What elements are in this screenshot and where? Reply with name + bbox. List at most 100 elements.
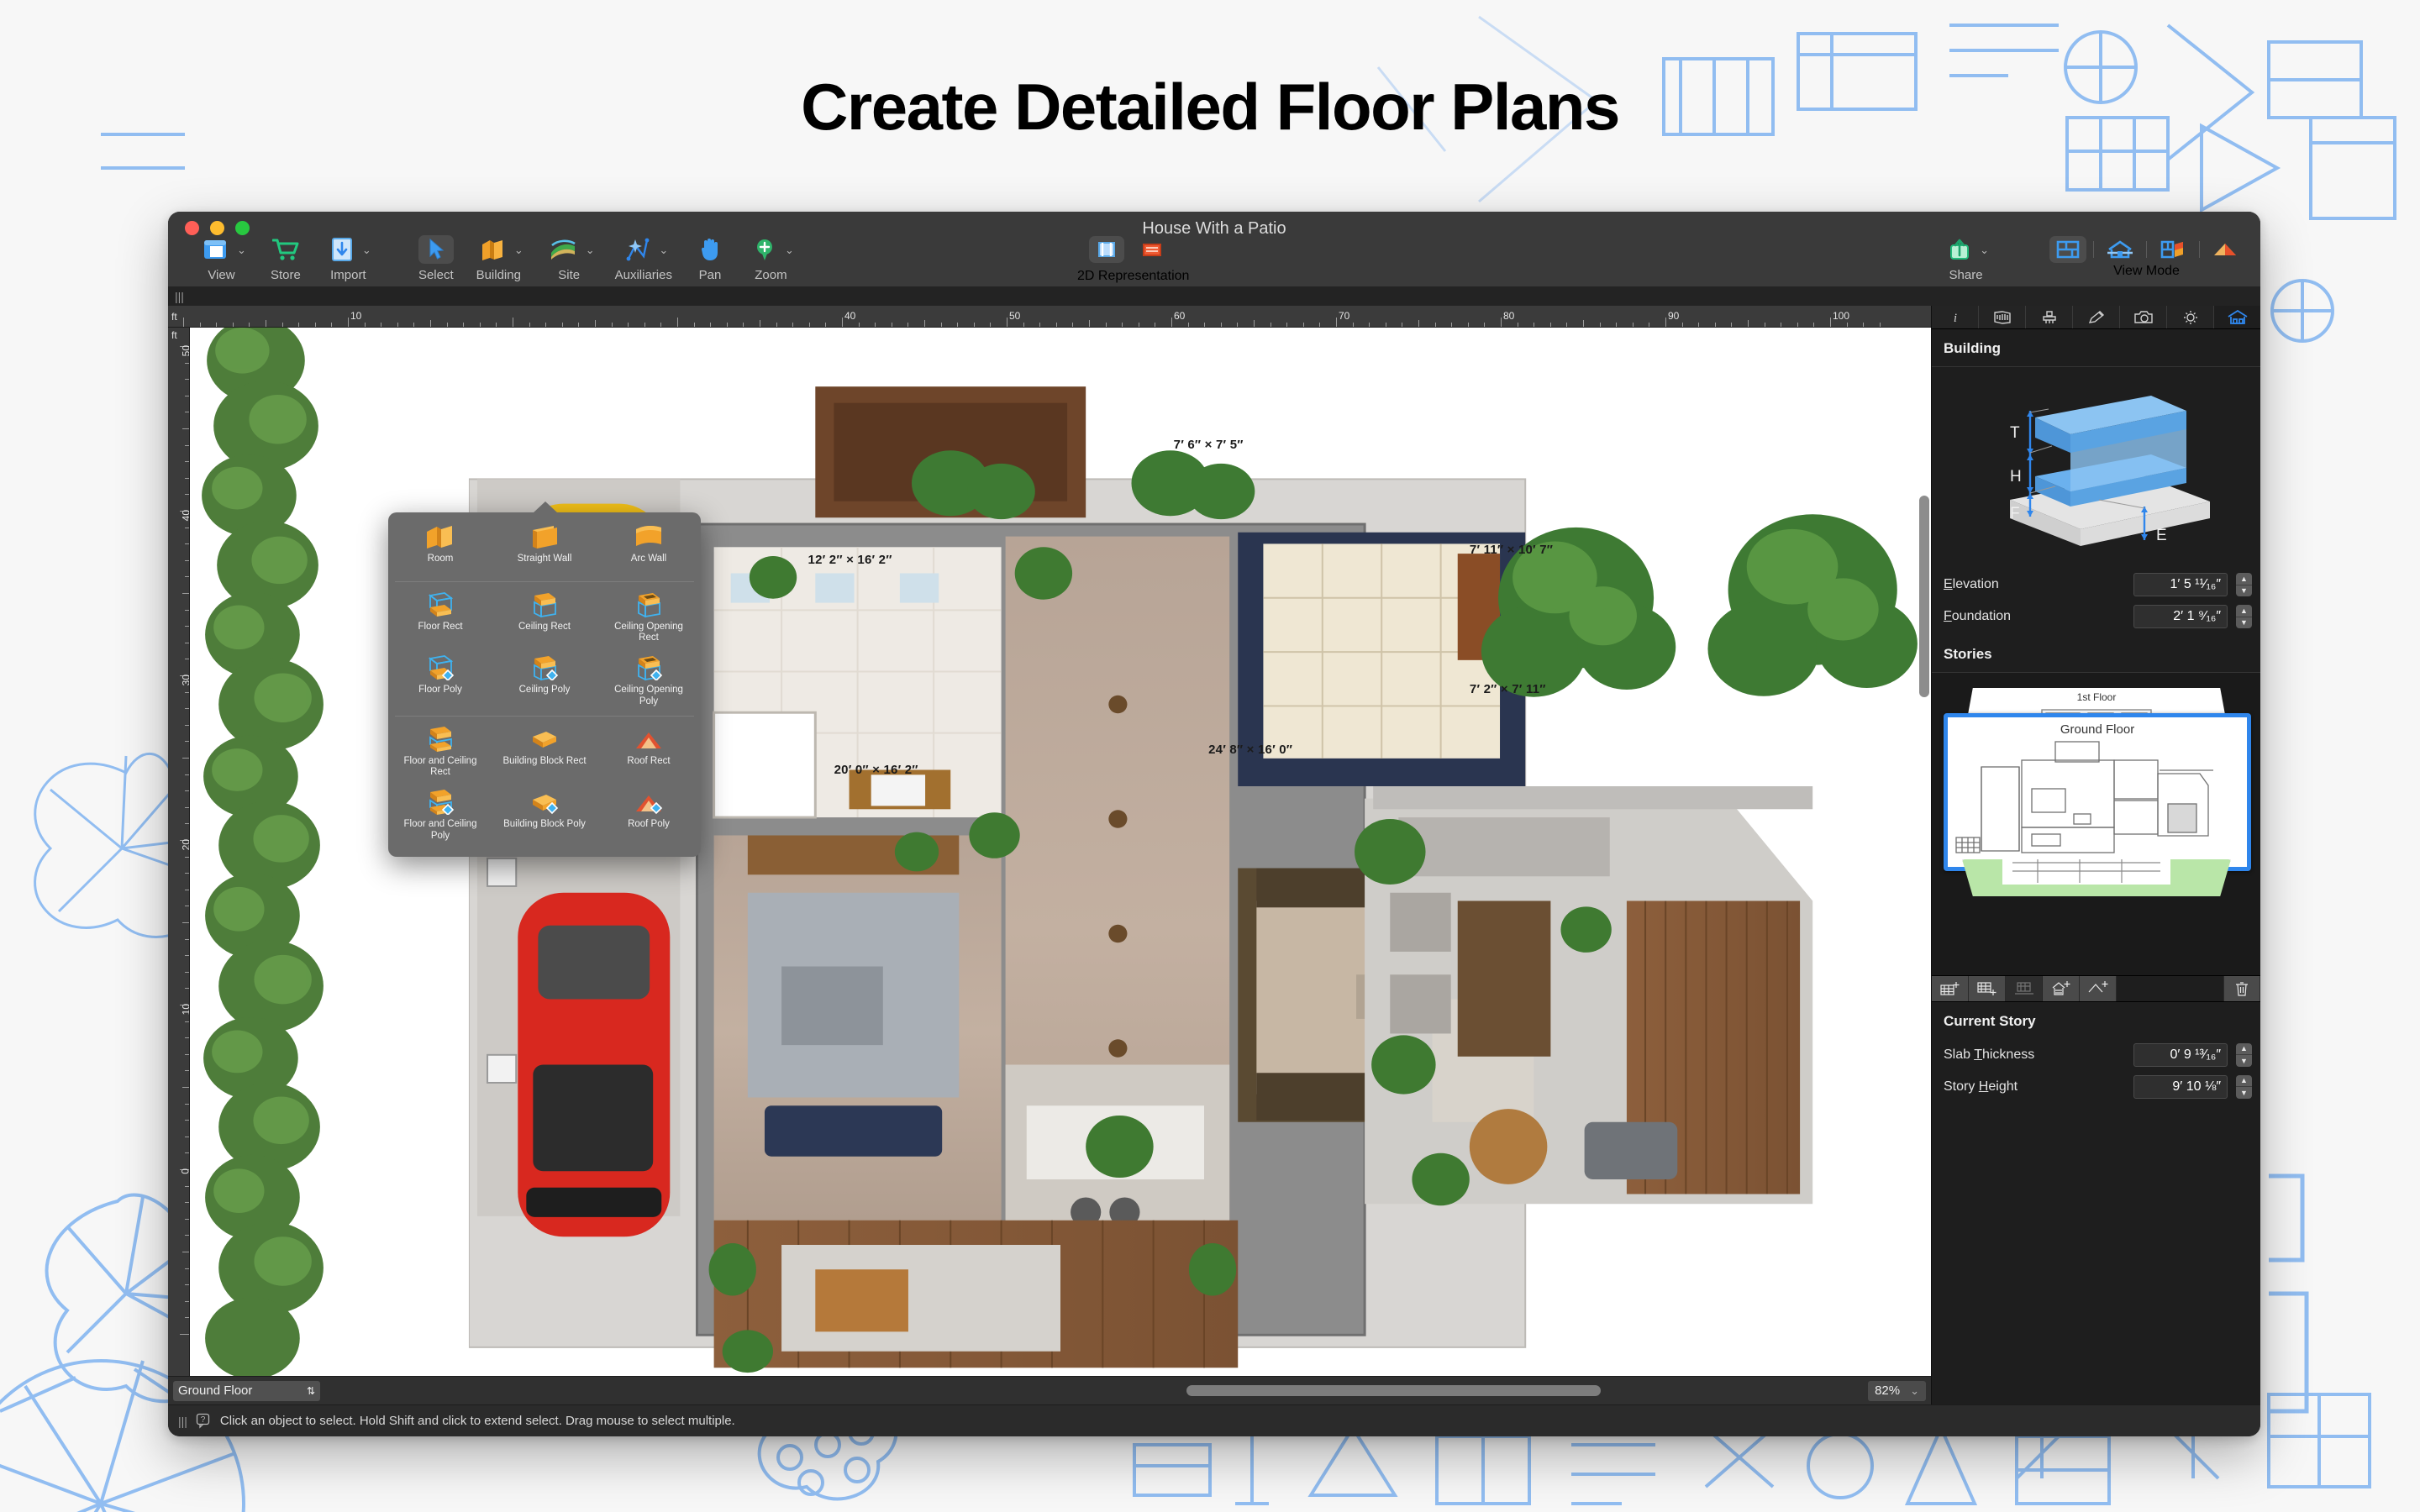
chevron-down-icon[interactable]: ⌄ (785, 244, 794, 255)
story-card-ground-floor[interactable]: Ground Floor (1944, 713, 2251, 871)
scrollbar-thumb[interactable] (1186, 1385, 1601, 1396)
elevation-input[interactable]: 1′ 5 ¹¹⁄₁₆″ (2133, 573, 2228, 596)
canvas-vertical-scrollbar[interactable] (1919, 496, 1929, 697)
chevron-down-icon[interactable]: ⌄ (586, 244, 595, 255)
building-tools-popover[interactable]: RoomStraight WallArc Wall Floor RectCeil… (388, 512, 701, 857)
story-height-input[interactable]: 9′ 10 ⅛″ (2133, 1075, 2228, 1099)
building-tool-ceiling-poly[interactable]: Ceiling Poly (492, 648, 597, 711)
ceiling-rect-icon (530, 592, 559, 617)
building-tool-floor-rect[interactable]: Floor Rect (388, 585, 492, 648)
toolbar-label: Site (558, 268, 580, 282)
minimize-window-button[interactable] (210, 221, 224, 235)
room-icon (424, 524, 457, 549)
building-tool-building-block-poly[interactable]: Building Block Poly (492, 783, 597, 846)
building-tool-label: Ceiling Opening Poly (605, 685, 692, 706)
story-height-stepper[interactable]: ▲▼ (2236, 1075, 2252, 1099)
view-mode-roof-button[interactable] (2207, 236, 2244, 263)
info-icon: i (1949, 310, 1962, 325)
building-tool-label: Roof Poly (628, 819, 670, 830)
story-card-site[interactable] (1962, 859, 2231, 896)
toolbar-item-zoom[interactable]: ⌄ Zoom (738, 235, 804, 282)
slab-thickness-input[interactable]: 0′ 9 ¹³⁄₁₆″ (2133, 1043, 2228, 1067)
divider (395, 716, 694, 717)
building-tool-ceiling-rect[interactable]: Ceiling Rect (492, 585, 597, 648)
diagram-label-e: E (2156, 527, 2167, 544)
pencil-icon (2087, 310, 2106, 325)
patio-deck (1365, 786, 1812, 1204)
inspector-tab-info[interactable]: i (1932, 306, 1979, 328)
toolbar-item-select[interactable]: Select (408, 235, 464, 282)
inspector-tab-measure[interactable] (1979, 306, 2026, 328)
floor-ceiling-rect-icon (426, 727, 455, 752)
help-bubble-icon[interactable]: ? (196, 1413, 212, 1429)
add-story-below-button[interactable] (1969, 976, 2006, 1001)
window-traffic-lights[interactable] (185, 221, 250, 235)
grip-icon[interactable]: ||| (175, 291, 184, 302)
building-tool-straight-wall[interactable]: Straight Wall (492, 517, 597, 578)
import-icon (331, 238, 353, 261)
zoom-level-control[interactable]: 82% ⌄ (1868, 1381, 1926, 1401)
building-tool-building-block-rect[interactable]: Building Block Rect (492, 720, 597, 783)
inspector-tab-light[interactable] (2167, 306, 2214, 328)
building-tool-ceiling-opening-rect[interactable]: Ceiling Opening Rect (597, 585, 701, 648)
building-tool-roof-rect[interactable]: Roof Rect (597, 720, 701, 783)
chevron-down-icon[interactable]: ⌄ (514, 244, 523, 255)
building-tool-arc-wall[interactable]: Arc Wall (597, 517, 701, 578)
view-mode-elevation-button[interactable] (2101, 236, 2139, 263)
house-icon (2227, 310, 2249, 325)
canvas-horizontal-scrollbar[interactable] (327, 1385, 1861, 1396)
toolbar-item-share[interactable]: ⌄ Share (1933, 235, 1999, 282)
building-tool-room[interactable]: Room (388, 517, 492, 578)
chevron-down-icon[interactable]: ⌄ (1910, 1385, 1919, 1396)
inspector-tab-materials[interactable] (2026, 306, 2073, 328)
view-mode-split-button[interactable] (2154, 236, 2192, 263)
ceiling-poly-icon (530, 655, 559, 680)
representation-3d-button[interactable] (1129, 235, 1175, 264)
chevron-down-icon[interactable]: ⌄ (237, 244, 246, 255)
elevation-stepper[interactable]: ▲▼ (2236, 573, 2252, 596)
story-selector[interactable]: Ground Floor ⇅ (173, 1381, 320, 1401)
light-sun-icon (2181, 310, 2200, 325)
delete-story-button[interactable] (2223, 976, 2260, 1001)
grip-icon[interactable]: ||| (178, 1415, 187, 1428)
inspector-tab-camera[interactable] (2120, 306, 2167, 328)
building-tool-ceiling-opening-poly[interactable]: Ceiling Opening Poly (597, 648, 701, 711)
chevron-down-icon[interactable]: ⌄ (1980, 244, 1989, 255)
stories-list[interactable]: 1st Floor Ground Floor (1932, 673, 2260, 975)
add-building-button[interactable] (2043, 976, 2080, 1001)
add-roof-button[interactable] (2080, 976, 2117, 1001)
building-tool-floor-and-ceiling-rect[interactable]: Floor and Ceiling Rect (388, 720, 492, 783)
toolbar-item-pan[interactable]: Pan (682, 235, 738, 282)
inspector-tab-building[interactable] (2214, 306, 2260, 328)
inspector-tab-edit[interactable] (2073, 306, 2120, 328)
chevron-down-icon[interactable]: ⌄ (659, 244, 668, 255)
inspector-panel: i (1931, 306, 2260, 1404)
close-window-button[interactable] (185, 221, 199, 235)
maximize-window-button[interactable] (235, 221, 250, 235)
vertical-ruler[interactable]: ft 50403020100 (168, 328, 190, 1376)
representation-2d-button[interactable] (1084, 235, 1129, 264)
building-tool-floor-poly[interactable]: Floor Poly (388, 648, 492, 711)
foundation-stepper[interactable]: ▲▼ (2236, 605, 2252, 628)
building-block-rect-icon (529, 727, 560, 752)
toolbar-item-import[interactable]: ⌄ Import (315, 235, 381, 282)
field-label: Elevation (1944, 577, 2125, 592)
foundation-input[interactable]: 2′ 1 ⁹⁄₁₆″ (2133, 605, 2228, 628)
toolbar-item-view[interactable]: ⌄ View (187, 235, 256, 282)
camera-icon (2133, 310, 2154, 325)
inspector-tab-bar: i (1932, 306, 2260, 329)
add-story-above-button[interactable] (1932, 976, 1969, 1001)
straight-wall-icon (529, 524, 560, 549)
building-tool-roof-poly[interactable]: Roof Poly (597, 783, 701, 846)
arc-wall-icon (633, 524, 665, 549)
toolbar-item-site[interactable]: ⌄ Site (534, 235, 605, 282)
toolbar-item-building[interactable]: ⌄ Building (464, 235, 534, 282)
horizontal-ruler[interactable]: ft 10405060708090100 (168, 306, 1931, 328)
toolbar-item-store[interactable]: Store (256, 235, 315, 282)
building-tool-floor-and-ceiling-poly[interactable]: Floor and Ceiling Poly (388, 783, 492, 846)
slab-thickness-stepper[interactable]: ▲▼ (2236, 1043, 2252, 1067)
story-toolbar (1932, 975, 2260, 1002)
toolbar-item-auxiliaries[interactable]: ⌄ Auxiliaries (605, 235, 682, 282)
view-mode-floorplan-button[interactable] (2049, 236, 2086, 263)
chevron-down-icon[interactable]: ⌄ (362, 244, 371, 255)
